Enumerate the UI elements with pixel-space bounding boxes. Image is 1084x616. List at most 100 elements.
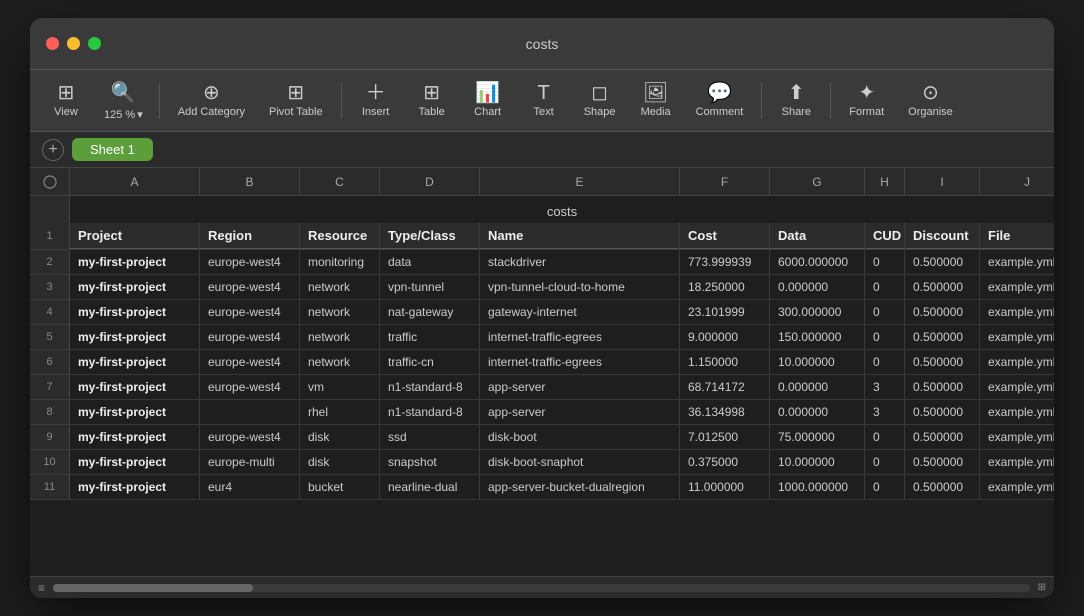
table-cell[interactable]: europe-west4 (200, 300, 300, 324)
table-row[interactable]: 8my-first-projectrheln1-standard-8app-se… (30, 400, 1054, 425)
table-cell[interactable]: example.yml (980, 250, 1054, 274)
table-cell[interactable]: example.yml (980, 375, 1054, 399)
table-cell[interactable]: 0.500000 (905, 475, 980, 499)
table-cell[interactable]: vpn-tunnel (380, 275, 480, 299)
table-cell[interactable]: 11.000000 (680, 475, 770, 499)
zoom-control[interactable]: 🔍 125 % ▾ (96, 76, 151, 125)
table-cell[interactable]: bucket (300, 475, 380, 499)
table-cell[interactable]: eur4 (200, 475, 300, 499)
table-row[interactable]: 5my-first-projecteurope-west4networktraf… (30, 325, 1054, 350)
table-cell[interactable]: disk (300, 425, 380, 449)
table-cell[interactable]: n1-standard-8 (380, 375, 480, 399)
table-cell[interactable]: snapshot (380, 450, 480, 474)
table-cell[interactable]: example.yml (980, 400, 1054, 424)
table-cell[interactable]: 0 (865, 450, 905, 474)
table-cell[interactable]: 0 (865, 350, 905, 374)
table-cell[interactable]: traffic (380, 325, 480, 349)
table-cell[interactable]: app-server (480, 400, 680, 424)
table-cell[interactable]: my-first-project (70, 400, 200, 424)
table-cell[interactable]: europe-west4 (200, 250, 300, 274)
table-cell[interactable]: 68.714172 (680, 375, 770, 399)
table-cell[interactable]: 0.000000 (770, 400, 865, 424)
table-cell[interactable]: 0 (865, 425, 905, 449)
table-cell[interactable]: network (300, 350, 380, 374)
table-cell[interactable]: 0.000000 (770, 375, 865, 399)
table-cell[interactable]: my-first-project (70, 275, 200, 299)
table-row[interactable]: 2my-first-projecteurope-west4monitoringd… (30, 250, 1054, 275)
table-cell[interactable]: 75.000000 (770, 425, 865, 449)
table-cell[interactable]: 0.500000 (905, 425, 980, 449)
table-row[interactable]: 9my-first-projecteurope-west4diskssddisk… (30, 425, 1054, 450)
table-row[interactable]: 3my-first-projecteurope-west4networkvpn-… (30, 275, 1054, 300)
table-cell[interactable]: network (300, 275, 380, 299)
table-cell[interactable]: monitoring (300, 250, 380, 274)
table-cell[interactable]: example.yml (980, 475, 1054, 499)
table-cell[interactable]: ssd (380, 425, 480, 449)
table-cell[interactable]: 9.000000 (680, 325, 770, 349)
table-cell[interactable]: 0.500000 (905, 375, 980, 399)
table-cell[interactable]: 0.500000 (905, 450, 980, 474)
table-cell[interactable]: 23.101999 (680, 300, 770, 324)
table-cell[interactable]: vm (300, 375, 380, 399)
table-cell[interactable]: example.yml (980, 300, 1054, 324)
table-cell[interactable]: my-first-project (70, 350, 200, 374)
table-cell[interactable]: example.yml (980, 275, 1054, 299)
table-cell[interactable]: 10.000000 (770, 450, 865, 474)
table-cell[interactable]: vpn-tunnel-cloud-to-home (480, 275, 680, 299)
table-cell[interactable]: 0.500000 (905, 350, 980, 374)
close-button[interactable] (46, 37, 59, 50)
chart-button[interactable]: 📊 Chart (462, 79, 514, 122)
table-cell[interactable]: my-first-project (70, 300, 200, 324)
table-cell[interactable]: 300.000000 (770, 300, 865, 324)
table-button[interactable]: ⊞ Table (406, 79, 458, 122)
organise-button[interactable]: ⊙ Organise (898, 79, 963, 122)
table-cell[interactable]: 0 (865, 275, 905, 299)
format-button[interactable]: ✦ Format (839, 79, 894, 122)
table-cell[interactable]: my-first-project (70, 375, 200, 399)
table-cell[interactable]: my-first-project (70, 450, 200, 474)
table-cell[interactable]: internet-traffic-egrees (480, 325, 680, 349)
table-cell[interactable]: 150.000000 (770, 325, 865, 349)
table-cell[interactable]: network (300, 325, 380, 349)
table-cell[interactable]: network (300, 300, 380, 324)
table-cell[interactable]: europe-west4 (200, 350, 300, 374)
table-cell[interactable]: app-server (480, 375, 680, 399)
table-cell[interactable]: example.yml (980, 450, 1054, 474)
add-sheet-button[interactable]: + (42, 139, 64, 161)
table-cell[interactable]: disk-boot (480, 425, 680, 449)
table-cell[interactable]: my-first-project (70, 425, 200, 449)
table-cell[interactable]: 0.500000 (905, 325, 980, 349)
minimize-button[interactable] (67, 37, 80, 50)
table-cell[interactable]: my-first-project (70, 250, 200, 274)
table-cell[interactable]: app-server-bucket-dualregion (480, 475, 680, 499)
table-cell[interactable]: 0 (865, 325, 905, 349)
table-cell[interactable]: 0.500000 (905, 275, 980, 299)
table-row[interactable]: 6my-first-projecteurope-west4networktraf… (30, 350, 1054, 375)
table-cell[interactable]: n1-standard-8 (380, 400, 480, 424)
table-row[interactable]: 10my-first-projecteurope-multidisksnapsh… (30, 450, 1054, 475)
table-cell[interactable]: 1.150000 (680, 350, 770, 374)
table-cell[interactable]: 0.500000 (905, 400, 980, 424)
view-button[interactable]: ⊞ View (40, 79, 92, 122)
table-row[interactable]: 7my-first-projecteurope-west4vmn1-standa… (30, 375, 1054, 400)
table-cell[interactable]: nat-gateway (380, 300, 480, 324)
table-cell[interactable]: rhel (300, 400, 380, 424)
table-cell[interactable]: internet-traffic-egrees (480, 350, 680, 374)
table-row[interactable]: 4my-first-projecteurope-west4networknat-… (30, 300, 1054, 325)
shape-button[interactable]: ◻ Shape (574, 79, 626, 122)
table-content[interactable]: costs 1 Project Region Resource Type/Cla… (30, 196, 1054, 576)
pivot-table-button[interactable]: ⊞ Pivot Table (259, 79, 333, 122)
table-cell[interactable]: 18.250000 (680, 275, 770, 299)
insert-button[interactable]: ＋ Insert (350, 79, 402, 122)
table-cell[interactable]: disk-boot-snaphot (480, 450, 680, 474)
add-category-button[interactable]: ⊕ Add Category (168, 79, 255, 122)
table-cell[interactable]: 0 (865, 250, 905, 274)
share-button[interactable]: ⬆ Share (770, 79, 822, 122)
table-cell[interactable]: 0.500000 (905, 300, 980, 324)
table-cell[interactable]: 0 (865, 300, 905, 324)
table-cell[interactable]: 773.999939 (680, 250, 770, 274)
table-cell[interactable]: 7.012500 (680, 425, 770, 449)
table-cell[interactable]: europe-west4 (200, 375, 300, 399)
table-cell[interactable]: 0.375000 (680, 450, 770, 474)
table-cell[interactable]: 3 (865, 400, 905, 424)
